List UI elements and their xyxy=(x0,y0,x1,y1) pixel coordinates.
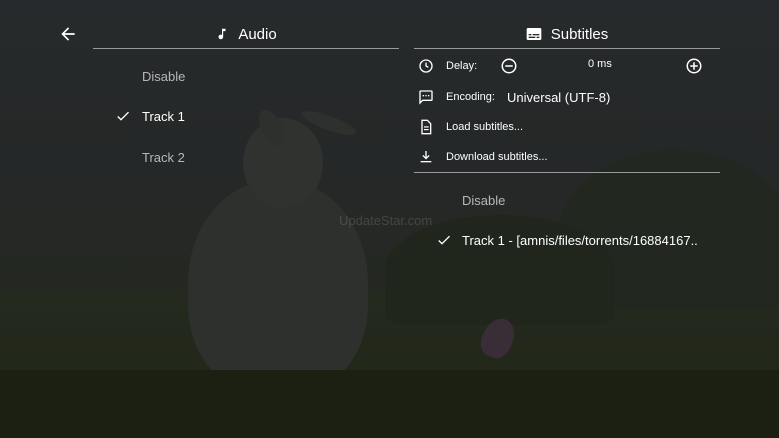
encoding-label: Encoding: xyxy=(446,91,495,103)
subtitles-settings-divider xyxy=(414,172,720,173)
subtitles-title: Subtitles xyxy=(550,25,609,43)
delay-increase-button[interactable] xyxy=(685,57,703,75)
check-icon xyxy=(117,111,129,121)
message-text-icon xyxy=(419,90,433,105)
audio-track-label: Disable xyxy=(142,68,186,84)
back-button[interactable] xyxy=(52,18,84,50)
subtitle-track-label: Track 1 - [amnis/files/torrents/16884167… xyxy=(462,232,698,248)
delay-label: Delay: xyxy=(446,60,478,72)
audio-title: Audio xyxy=(238,25,277,43)
delay-value: 0 ms xyxy=(588,58,612,70)
download-subtitles-label: Download subtitles... xyxy=(446,151,548,163)
audio-header: Audio xyxy=(93,20,399,48)
subtitles-divider xyxy=(414,48,720,49)
audio-track-label: Track 2 xyxy=(142,149,185,165)
clock-icon xyxy=(419,59,433,73)
check-icon xyxy=(438,235,450,245)
encoding-value: Universal (UTF-8) xyxy=(507,89,611,105)
delay-decrease-button[interactable] xyxy=(500,57,518,75)
audio-track-label: Track 1 xyxy=(142,108,185,124)
file-document-icon xyxy=(421,119,432,135)
arrow-left-icon xyxy=(61,27,75,41)
watermark: UpdateStar.com xyxy=(339,213,433,228)
encoding-row[interactable]: Encoding: Universal (UTF-8) xyxy=(414,85,720,109)
load-subtitles-button[interactable]: Load subtitles... xyxy=(414,115,720,139)
subtitle-track-label: Disable xyxy=(462,192,506,208)
load-subtitles-label: Load subtitles... xyxy=(446,121,524,133)
download-icon xyxy=(420,151,432,163)
download-subtitles-button[interactable]: Download subtitles... xyxy=(414,145,720,169)
delay-row: Delay: 0 ms xyxy=(414,54,720,78)
audio-divider xyxy=(93,48,399,49)
music-note-icon xyxy=(215,26,229,42)
subtitles-header: Subtitles xyxy=(414,20,720,48)
subtitles-icon xyxy=(526,27,542,41)
